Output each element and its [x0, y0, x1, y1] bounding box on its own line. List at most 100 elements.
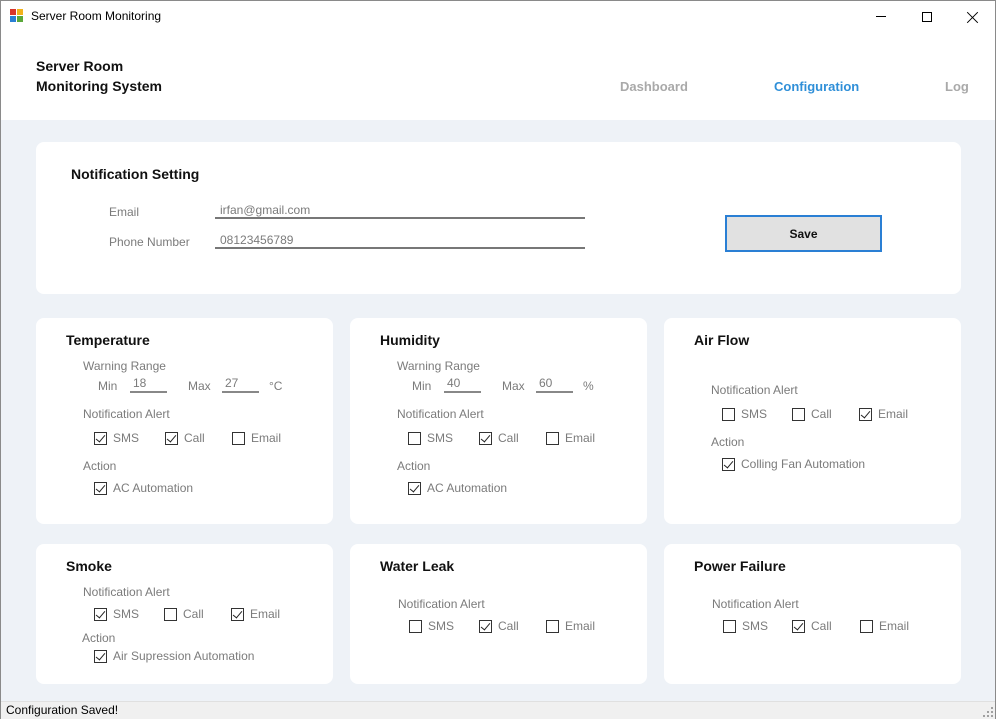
- smoke-card: Smoke Notification Alert SMS Call Email …: [36, 544, 333, 684]
- checkbox-box: [94, 607, 107, 621]
- checkbox-label: SMS: [427, 431, 454, 445]
- checkbox-box: [94, 649, 107, 663]
- waterleak-title: Water Leak: [380, 558, 455, 574]
- airflow-call-checkbox[interactable]: Call: [792, 407, 832, 421]
- checkbox-box: [408, 431, 421, 445]
- temperature-card: Temperature Warning Range Min 18 Max 27 …: [36, 318, 333, 524]
- waterleak-sms-checkbox[interactable]: SMS: [409, 619, 454, 633]
- checkbox-label: SMS: [741, 407, 768, 421]
- checkbox-box: [231, 607, 244, 621]
- action-label: Action: [711, 435, 745, 449]
- humidity-ac-automation-checkbox[interactable]: AC Automation: [408, 481, 507, 495]
- powerfailure-call-checkbox[interactable]: Call: [792, 619, 832, 633]
- smoke-sms-checkbox[interactable]: SMS: [94, 607, 139, 621]
- temperature-call-checkbox[interactable]: Call: [165, 431, 205, 445]
- max-label: Max: [188, 379, 211, 393]
- checkbox-label: Call: [811, 619, 832, 633]
- checkbox-box: [722, 457, 735, 471]
- checkbox-label: AC Automation: [113, 481, 194, 495]
- humidity-min-input[interactable]: 40: [444, 377, 481, 393]
- notification-alert-label: Notification Alert: [397, 407, 484, 421]
- close-button[interactable]: [950, 1, 996, 32]
- action-label: Action: [83, 459, 117, 473]
- powerfailure-email-checkbox[interactable]: Email: [860, 619, 909, 633]
- airflow-sms-checkbox[interactable]: SMS: [722, 407, 767, 421]
- notification-alert-label: Notification Alert: [83, 407, 170, 421]
- checkbox-box: [792, 407, 805, 421]
- temperature-min-input[interactable]: 18: [130, 377, 167, 393]
- warning-range-label: Warning Range: [397, 359, 480, 373]
- checkbox-label: Email: [565, 431, 596, 445]
- action-label: Action: [82, 631, 116, 645]
- temperature-email-checkbox[interactable]: Email: [232, 431, 281, 445]
- email-field[interactable]: irfan@gmail.com: [215, 200, 585, 219]
- checkbox-box: [860, 619, 873, 633]
- humidity-email-checkbox[interactable]: Email: [546, 431, 595, 445]
- waterleak-card: Water Leak Notification Alert SMS Call E…: [350, 544, 647, 684]
- temperature-sms-checkbox[interactable]: SMS: [94, 431, 139, 445]
- brand-line-2: Monitoring System: [36, 78, 163, 94]
- nav-dashboard[interactable]: Dashboard: [620, 79, 688, 94]
- smoke-email-checkbox[interactable]: Email: [231, 607, 280, 621]
- notification-alert-label: Notification Alert: [398, 597, 485, 611]
- checkbox-box: [722, 407, 735, 421]
- checkbox-label: Email: [879, 619, 910, 633]
- checkbox-label: Email: [251, 431, 282, 445]
- checkbox-box: [232, 431, 245, 445]
- humidity-max-input[interactable]: 60: [536, 377, 573, 393]
- airflow-fan-automation-checkbox[interactable]: Colling Fan Automation: [722, 457, 865, 471]
- temperature-ac-automation-checkbox[interactable]: AC Automation: [94, 481, 193, 495]
- nav-log[interactable]: Log: [945, 79, 969, 94]
- checkbox-label: Colling Fan Automation: [741, 457, 866, 471]
- resize-grip-icon[interactable]: [983, 707, 993, 717]
- smoke-air-supression-checkbox[interactable]: Air Supression Automation: [94, 649, 254, 663]
- status-bar: Configuration Saved!: [1, 701, 995, 719]
- waterleak-email-checkbox[interactable]: Email: [546, 619, 595, 633]
- temperature-max-input[interactable]: 27: [222, 377, 259, 393]
- notification-alert-label: Notification Alert: [711, 383, 798, 397]
- checkbox-box: [408, 481, 421, 495]
- min-label: Min: [412, 379, 432, 393]
- app-window-icon: [10, 9, 25, 23]
- airflow-email-checkbox[interactable]: Email: [859, 407, 908, 421]
- app-header: Server Room Monitoring System Dashboard …: [1, 32, 995, 120]
- minimize-icon: [876, 16, 886, 17]
- checkbox-label: SMS: [428, 619, 455, 633]
- notification-alert-label: Notification Alert: [83, 585, 170, 599]
- checkbox-label: Call: [498, 619, 519, 633]
- action-label: Action: [397, 459, 431, 473]
- waterleak-call-checkbox[interactable]: Call: [479, 619, 519, 633]
- checkbox-label: SMS: [742, 619, 769, 633]
- airflow-card: Air Flow Notification Alert SMS Call Ema…: [664, 318, 961, 524]
- phone-number-field[interactable]: 08123456789: [215, 230, 585, 249]
- checkbox-box: [546, 431, 559, 445]
- title-bar: Server Room Monitoring: [1, 1, 995, 32]
- phone-value: 08123456789: [220, 233, 294, 247]
- nav-configuration[interactable]: Configuration: [774, 79, 859, 94]
- smoke-call-checkbox[interactable]: Call: [164, 607, 204, 621]
- content-area: Notification Setting Email irfan@gmail.c…: [1, 120, 995, 701]
- status-text: Configuration Saved!: [6, 703, 119, 717]
- checkbox-box: [94, 481, 107, 495]
- checkbox-label: Email: [250, 607, 281, 621]
- email-value: irfan@gmail.com: [220, 203, 311, 217]
- checkbox-box: [479, 619, 492, 633]
- maximize-button[interactable]: [904, 1, 950, 32]
- checkbox-label: Call: [184, 431, 205, 445]
- minimize-button[interactable]: [858, 1, 904, 32]
- checkbox-box: [546, 619, 559, 633]
- checkbox-label: Air Supression Automation: [113, 649, 255, 663]
- checkbox-box: [164, 607, 177, 621]
- close-icon: [967, 11, 979, 23]
- temperature-unit: °C: [269, 379, 283, 393]
- powerfailure-sms-checkbox[interactable]: SMS: [723, 619, 768, 633]
- checkbox-label: Call: [811, 407, 832, 421]
- airflow-title: Air Flow: [694, 332, 750, 348]
- humidity-sms-checkbox[interactable]: SMS: [408, 431, 453, 445]
- checkbox-label: Email: [878, 407, 909, 421]
- checkbox-box: [723, 619, 736, 633]
- save-button[interactable]: Save: [725, 215, 882, 252]
- checkbox-box: [859, 407, 872, 421]
- humidity-call-checkbox[interactable]: Call: [479, 431, 519, 445]
- checkbox-label: SMS: [113, 431, 140, 445]
